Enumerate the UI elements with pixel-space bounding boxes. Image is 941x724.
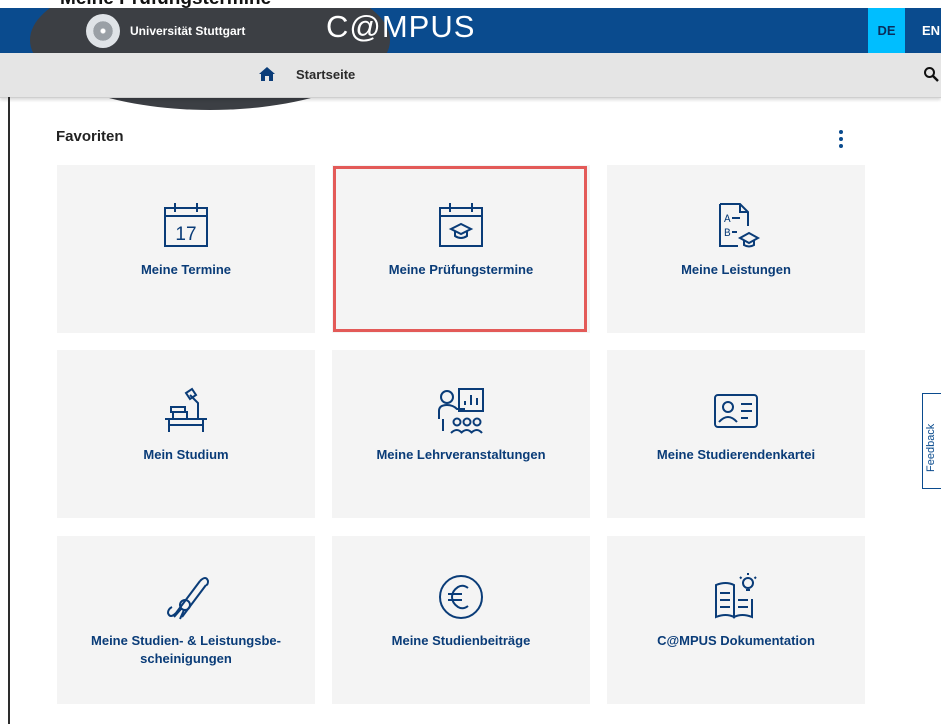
student-id-card-icon [714, 394, 758, 428]
tile-campus-dokumentation[interactable]: C@MPUS Dokumentation [607, 536, 865, 704]
university-seal-icon [86, 13, 120, 48]
tile-label: Meine Termine [140, 262, 232, 277]
tile-studien-leistungsbescheinigungen[interactable]: Meine Studien- & Leistungsbe- scheinigun… [57, 536, 315, 704]
university-name: Universität Stuttgart [130, 23, 246, 38]
tile-label: Mein Studium [143, 447, 229, 462]
calendar-17-icon: 17 [164, 203, 208, 247]
svg-text:B: B [724, 228, 731, 240]
language-de-button[interactable]: DE [868, 8, 905, 53]
tile-meine-studierendenkartei[interactable]: Meine Studierendenkartei [607, 350, 865, 518]
breadcrumb-startseite[interactable]: Startseite [296, 67, 355, 82]
tile-label: Meine Leistungen [681, 262, 791, 277]
tile-label: Meine Prüfungstermine [388, 262, 534, 277]
calendar-graduation-cap-icon [439, 203, 483, 247]
home-icon[interactable] [258, 66, 276, 82]
window-caption: Meine Prüfungstermine [0, 0, 941, 8]
tile-label: Meine Lehrveranstaltungen [376, 447, 546, 462]
breadcrumb: Startseite [0, 53, 941, 98]
more-vertical-icon[interactable] [836, 128, 846, 150]
tile-label: Meine Studierendenkartei [656, 447, 816, 462]
diploma-scroll-icon [166, 577, 210, 620]
tile-label: Meine Studien- & Leistungsbe- scheinigun… [91, 633, 281, 666]
favorites-title: Favoriten [56, 128, 124, 145]
tile-mein-studium[interactable]: Mein Studium [57, 350, 315, 518]
tile-meine-lehrveranstaltungen[interactable]: Meine Lehrveranstaltungen [332, 350, 590, 518]
feedback-button[interactable]: Feedback [922, 393, 941, 489]
tile-label: Meine Studienbeiträge [391, 633, 531, 648]
search-icon[interactable] [923, 66, 939, 82]
euro-icon [439, 575, 483, 619]
lecture-presentation-icon [438, 388, 484, 434]
tile-meine-leistungen[interactable]: A B Meine Leistungen [607, 165, 865, 333]
tile-meine-termine[interactable]: 17 Meine Termine [57, 165, 315, 333]
svg-text:A: A [724, 214, 731, 226]
study-desk-icon [165, 387, 207, 432]
tile-meine-pruefungstermine[interactable]: Meine Prüfungstermine [332, 165, 590, 333]
language-en-button[interactable]: EN [916, 8, 941, 53]
window-border [8, 97, 10, 724]
window-caption-text: Meine Prüfungstermine [60, 0, 271, 8]
tile-meine-studienbeitraege[interactable]: Meine Studienbeiträge [332, 536, 590, 704]
university-logo[interactable]: Universität Stuttgart [86, 8, 245, 53]
app-title[interactable]: C@MPUS [326, 7, 475, 47]
svg-text:17: 17 [175, 224, 196, 245]
feedback-label: Feedback [925, 423, 937, 472]
documentation-book-icon [715, 573, 757, 619]
tile-label: C@MPUS Dokumentation [657, 633, 815, 648]
grades-document-icon: A B [719, 203, 761, 248]
